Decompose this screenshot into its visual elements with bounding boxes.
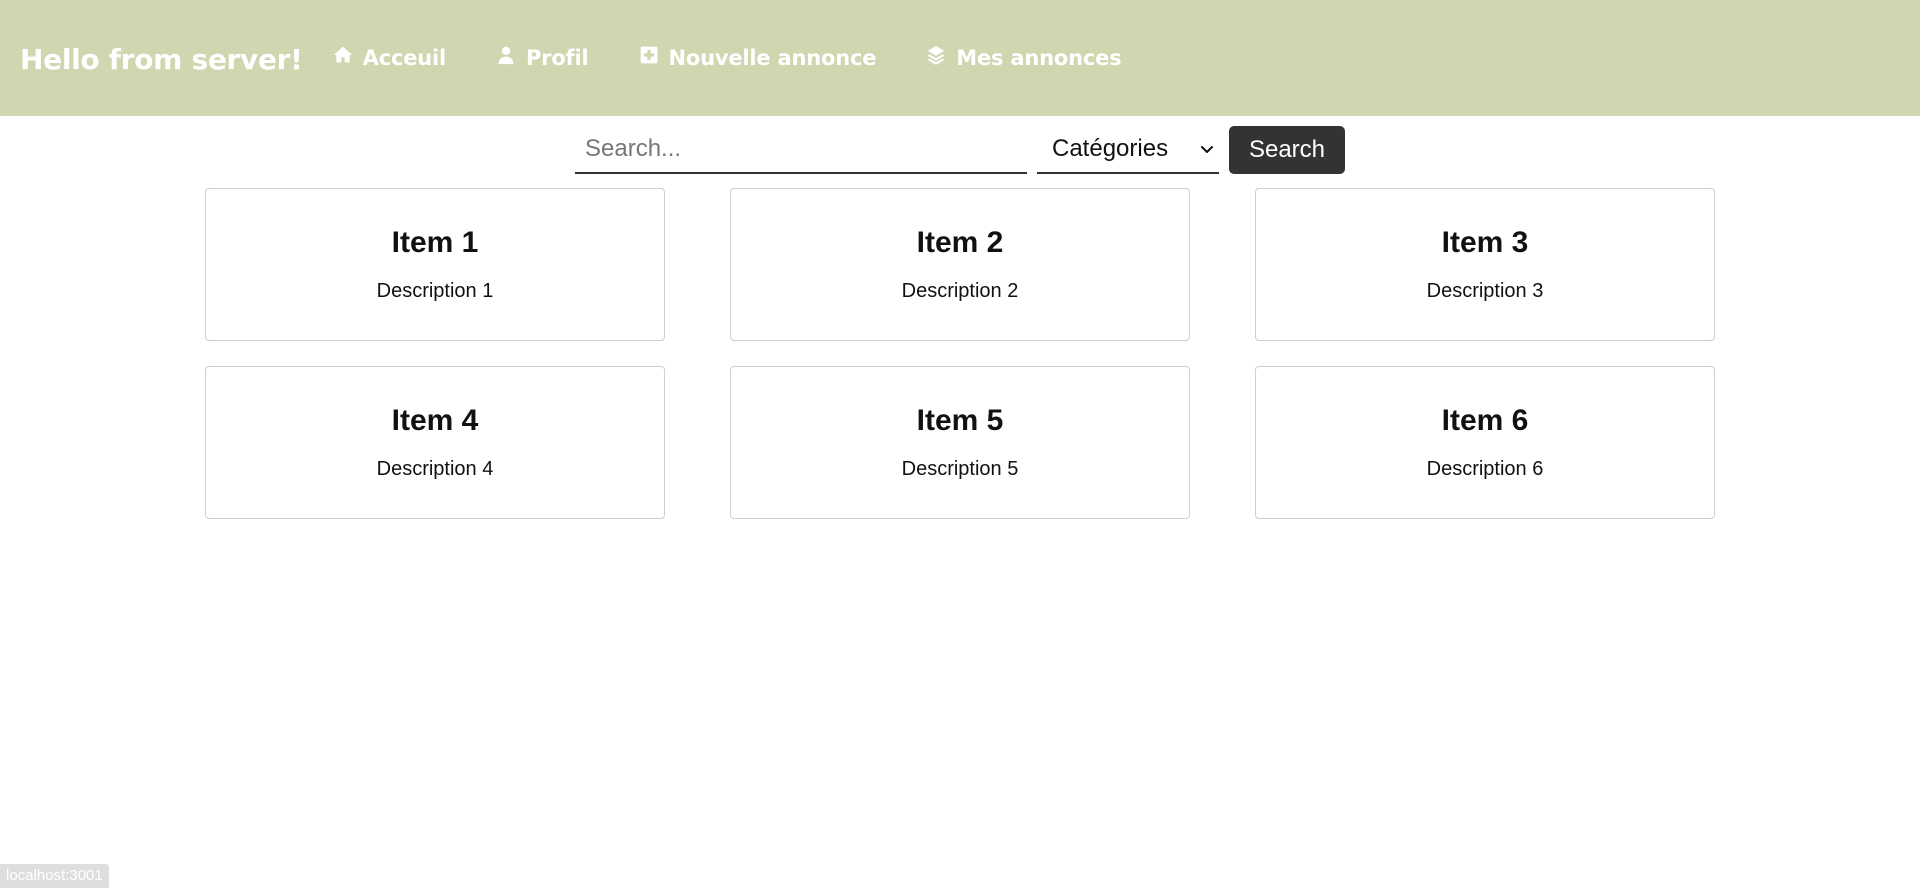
item-description: Description 4 xyxy=(376,458,494,480)
item-title: Item 2 xyxy=(916,226,1004,259)
item-title: Item 5 xyxy=(916,404,1004,437)
nav-item-label: Mes annonces xyxy=(956,46,1122,70)
item-card[interactable]: Item 1 Description 1 xyxy=(205,188,665,341)
nav-item-profil[interactable]: Profil xyxy=(496,46,589,70)
nav-item-mes-annonces[interactable]: Mes annonces xyxy=(926,45,1122,70)
item-title: Item 3 xyxy=(1441,226,1529,259)
chevron-down-icon xyxy=(1201,146,1213,153)
item-card[interactable]: Item 6 Description 6 xyxy=(1255,366,1715,519)
item-title: Item 1 xyxy=(391,226,479,259)
search-input[interactable] xyxy=(575,126,1027,174)
nav-item-label: Acceuil xyxy=(362,46,447,70)
user-icon xyxy=(498,46,514,65)
home-icon xyxy=(333,46,352,63)
item-card[interactable]: Item 2 Description 2 xyxy=(730,188,1190,341)
search-button[interactable]: Search xyxy=(1229,126,1345,174)
category-select-value: Catégories xyxy=(1052,135,1169,162)
nav-item-acceuil[interactable]: Acceuil xyxy=(333,46,446,70)
brand-title[interactable]: Hello from server! xyxy=(20,43,303,76)
nav-item-label: Profil xyxy=(525,46,589,70)
plus-square-icon xyxy=(640,46,657,64)
item-description: Description 1 xyxy=(376,280,494,302)
category-select[interactable]: Catégories xyxy=(1037,126,1219,174)
search-bar: Catégories Search xyxy=(575,126,1345,175)
top-navbar: Hello from server! Acceuil Profil Nouvel… xyxy=(0,0,1920,116)
status-bar-url: localhost:3001 xyxy=(0,864,109,888)
item-description: Description 6 xyxy=(1426,458,1544,480)
item-title: Item 6 xyxy=(1441,404,1529,437)
item-card[interactable]: Item 4 Description 4 xyxy=(205,366,665,519)
nav-item-nouvelle-annonce[interactable]: Nouvelle annonce xyxy=(639,46,877,70)
item-description: Description 2 xyxy=(901,280,1019,302)
item-description: Description 5 xyxy=(901,458,1019,480)
item-description: Description 3 xyxy=(1426,280,1544,302)
item-title: Item 4 xyxy=(391,404,479,437)
layers-icon xyxy=(927,45,945,65)
item-card[interactable]: Item 3 Description 3 xyxy=(1255,188,1715,341)
item-grid: Item 1 Description 1 Item 2 Description … xyxy=(205,188,1715,519)
item-card[interactable]: Item 5 Description 5 xyxy=(730,366,1190,519)
nav-item-label: Nouvelle annonce xyxy=(668,46,877,70)
